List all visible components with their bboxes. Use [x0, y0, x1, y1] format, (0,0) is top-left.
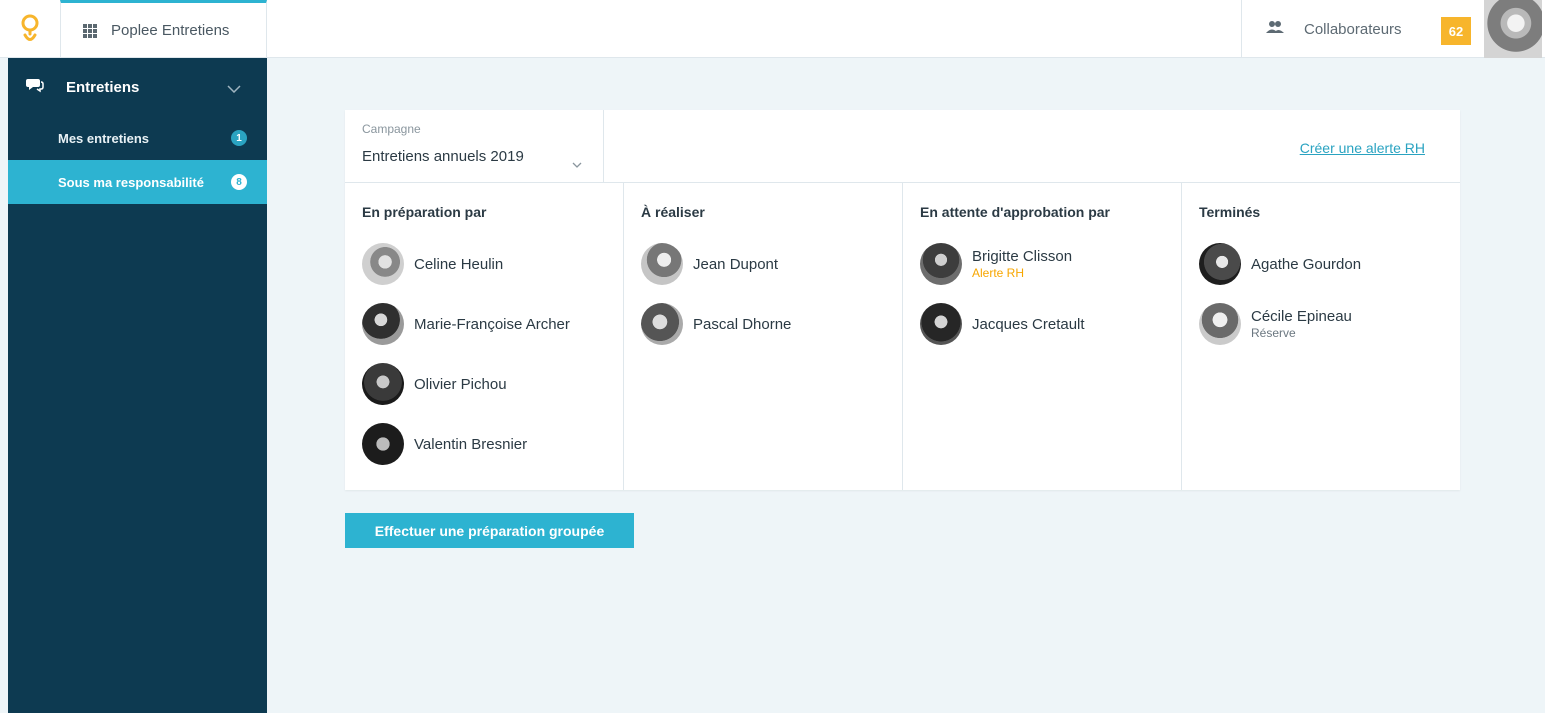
- person-name: Olivier Pichou: [414, 375, 507, 393]
- person-item[interactable]: Olivier Pichou: [362, 354, 623, 414]
- avatar: [1199, 303, 1241, 345]
- person-name: Jacques Cretault: [972, 315, 1085, 333]
- sidebar-item-mes-entretiens[interactable]: Mes entretiens 1: [8, 116, 267, 160]
- collaborators-button[interactable]: Collaborateurs: [1241, 0, 1431, 58]
- person-item[interactable]: Pascal Dhorne: [641, 294, 902, 354]
- campaign-value: Entretiens annuels 2019: [362, 148, 524, 165]
- poplee-logo-icon[interactable]: [0, 0, 60, 58]
- person-item[interactable]: Brigitte Clisson Alerte RH: [920, 234, 1181, 294]
- status-columns: En préparation par Celine Heulin Marie-F…: [345, 183, 1460, 490]
- reserve-status: Réserve: [1251, 326, 1296, 340]
- sidebar-item-label: Sous ma responsabilité: [58, 174, 204, 190]
- person-item[interactable]: Jean Dupont: [641, 234, 902, 294]
- chat-bubbles-icon: [26, 77, 44, 97]
- person-name: Pascal Dhorne: [693, 315, 792, 333]
- person-name: Cécile Epineau: [1251, 308, 1352, 325]
- person-item[interactable]: Agathe Gourdon: [1199, 234, 1460, 294]
- person-name: Jean Dupont: [693, 255, 779, 273]
- avatar: [362, 423, 404, 465]
- collaborators-label: Collaborateurs: [1304, 20, 1402, 38]
- sidebar-item-sous-ma-responsabilite[interactable]: Sous ma responsabilité 8: [8, 160, 267, 204]
- users-icon: [1266, 20, 1284, 38]
- sidebar: Entretiens Mes entretiens 1 Sous ma resp…: [8, 58, 267, 713]
- count-badge: 8: [231, 174, 247, 190]
- avatar: [362, 303, 404, 345]
- top-bar: Poplee Entretiens Collaborateurs 62: [0, 0, 1545, 58]
- campaign-label: Campagne: [362, 122, 421, 136]
- avatar: [920, 243, 962, 285]
- person-name: Marie-Françoise Archer: [414, 315, 570, 333]
- score-badge: 62: [1441, 17, 1471, 45]
- board-header: Campagne Entretiens annuels 2019 Créer u…: [345, 110, 1460, 183]
- avatar: [641, 303, 683, 345]
- chevron-down-icon: [572, 155, 582, 173]
- sidebar-section-label: Entretiens: [66, 78, 140, 96]
- group-preparation-button[interactable]: Effectuer une préparation groupée: [345, 513, 634, 548]
- column-title: Terminés: [1199, 204, 1261, 220]
- person-item[interactable]: Jacques Cretault: [920, 294, 1181, 354]
- person-item[interactable]: Valentin Bresnier: [362, 414, 623, 474]
- sidebar-item-label: Mes entretiens: [58, 130, 150, 146]
- person-item[interactable]: Cécile Epineau Réserve: [1199, 294, 1460, 354]
- avatar: [1199, 243, 1241, 285]
- column-en-attente-approbation: En attente d'approbation par Brigitte Cl…: [903, 183, 1182, 490]
- person-item[interactable]: Marie-Françoise Archer: [362, 294, 623, 354]
- column-a-realiser: À réaliser Jean Dupont Pascal Dhorne: [624, 183, 903, 490]
- user-avatar[interactable]: [1484, 0, 1542, 58]
- person-item[interactable]: Celine Heulin: [362, 234, 623, 294]
- apps-grid-icon: [83, 23, 97, 38]
- avatar: [641, 243, 683, 285]
- person-name: Celine Heulin: [414, 255, 504, 273]
- avatar: [362, 363, 404, 405]
- column-title: En attente d'approbation par: [920, 204, 1111, 220]
- interviews-board: Campagne Entretiens annuels 2019 Créer u…: [345, 110, 1460, 490]
- avatar: [920, 303, 962, 345]
- avatar: [362, 243, 404, 285]
- app-tab-poplee-entretiens[interactable]: Poplee Entretiens: [60, 0, 267, 58]
- person-name: Agathe Gourdon: [1251, 255, 1362, 273]
- person-name: Valentin Bresnier: [414, 435, 528, 453]
- column-title: En préparation par: [362, 204, 487, 220]
- column-en-preparation: En préparation par Celine Heulin Marie-F…: [345, 183, 624, 490]
- hr-alert-status: Alerte RH: [972, 266, 1025, 280]
- sidebar-section-entretiens[interactable]: Entretiens: [8, 58, 267, 116]
- app-name: Poplee Entretiens: [111, 22, 230, 39]
- chevron-down-icon: [227, 80, 241, 97]
- person-name: Brigitte Clisson: [972, 248, 1073, 265]
- count-badge: 1: [231, 130, 247, 146]
- create-hr-alert-link[interactable]: Créer une alerte RH: [1300, 140, 1425, 156]
- campaign-select[interactable]: Campagne Entretiens annuels 2019: [345, 110, 604, 183]
- column-title: À réaliser: [641, 204, 705, 220]
- column-termines: Terminés Agathe Gourdon Cécile Epineau R…: [1182, 183, 1460, 490]
